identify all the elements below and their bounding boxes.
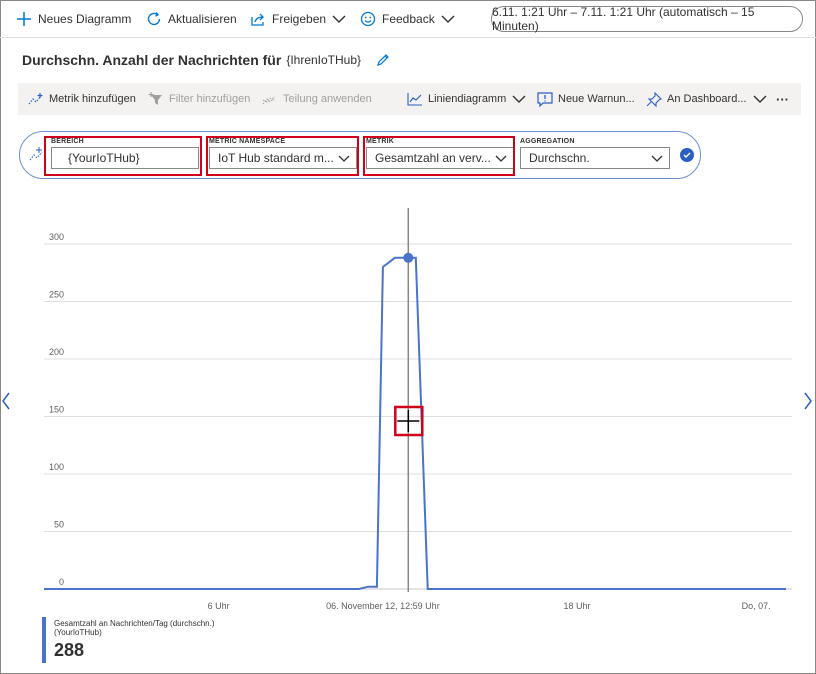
aggregation-value: Durchschn. bbox=[529, 151, 590, 165]
highlight-metric bbox=[363, 136, 515, 176]
share-label: Freigeben bbox=[272, 12, 327, 26]
edit-pencil-icon[interactable] bbox=[375, 52, 391, 68]
chevron-down-icon bbox=[651, 153, 663, 163]
chart-title-resource: {IhrenIoTHub} bbox=[286, 53, 362, 67]
x-tick-label: Do, 07. bbox=[742, 601, 771, 611]
hover-marker bbox=[403, 252, 414, 263]
line-chart-icon bbox=[407, 92, 423, 106]
more-options-button[interactable]: ··· bbox=[776, 83, 789, 115]
split-icon bbox=[262, 92, 278, 106]
legend-series-name: Gesamtzahl an Nachrichten/Tag (durchschn… bbox=[54, 619, 215, 628]
chevron-down-icon bbox=[332, 14, 346, 24]
time-range-picker[interactable]: 6.11. 1:21 Uhr – 7.11. 1:21 Uhr (automat… bbox=[491, 5, 803, 33]
to-dashboard-label: An Dashboard... bbox=[667, 93, 747, 105]
aggregation-label: AGGREGATION bbox=[520, 138, 575, 145]
chevron-down-icon bbox=[753, 94, 767, 104]
y-tick-label: 200 bbox=[49, 347, 64, 357]
chevron-down-icon bbox=[512, 94, 526, 104]
refresh-label: Aktualisieren bbox=[168, 12, 237, 26]
apply-split-label: Teilung anwenden bbox=[283, 93, 372, 105]
refresh-icon bbox=[146, 11, 162, 27]
highlight-scope bbox=[44, 136, 202, 176]
y-tick-label: 100 bbox=[49, 462, 64, 472]
y-tick-label: 150 bbox=[49, 405, 64, 415]
apply-split-button[interactable]: Teilung anwenden bbox=[262, 83, 372, 115]
new-alert-button[interactable]: Neue Warnun... bbox=[537, 83, 635, 115]
add-filter-button[interactable]: Filter hinzufügen bbox=[148, 83, 250, 115]
line-chart-button[interactable]: Liniendiagramm bbox=[407, 83, 526, 115]
x-tick-label: 06. November 12, 12:59 Uhr bbox=[326, 601, 440, 611]
chart-legend[interactable]: Gesamtzahl an Nachrichten/Tag (durchschn… bbox=[42, 617, 215, 663]
add-metric-icon bbox=[28, 92, 44, 106]
plus-icon bbox=[16, 11, 32, 27]
y-tick-label: 300 bbox=[49, 232, 64, 242]
share-button[interactable]: Freigeben bbox=[250, 8, 346, 30]
y-tick-label: 0 bbox=[59, 577, 64, 587]
pin-to-dashboard-button[interactable]: An Dashboard... bbox=[646, 83, 767, 115]
y-tick-label: 250 bbox=[49, 290, 64, 300]
more-options-label: ··· bbox=[776, 91, 789, 107]
add-filter-label: Filter hinzufügen bbox=[169, 93, 251, 105]
feedback-label: Feedback bbox=[382, 12, 435, 26]
x-tick-label: 6 Uhr bbox=[208, 601, 230, 611]
aggregation-field: AGGREGATION Durchschn. bbox=[520, 138, 670, 169]
share-icon bbox=[250, 11, 266, 27]
alert-icon bbox=[537, 91, 553, 107]
y-tick-label: 50 bbox=[54, 520, 64, 530]
smiley-icon bbox=[360, 11, 376, 27]
line-chart[interactable]: 300 250 200 150 100 50 0 6 Uhr 06. November 12, … bbox=[0, 200, 816, 620]
confirm-check-icon[interactable] bbox=[680, 148, 694, 162]
highlight-namespace bbox=[206, 136, 359, 176]
feedback-button[interactable]: Feedback bbox=[360, 8, 455, 30]
command-bar: Neues Diagramm Aktualisieren Freigeben F… bbox=[0, 0, 816, 38]
chart-title-text: Durchschn. Anzahl der Nachrichten für bbox=[22, 52, 282, 68]
refresh-button[interactable]: Aktualisieren bbox=[146, 8, 237, 30]
add-metric-label: Metrik hinzufügen bbox=[49, 93, 136, 105]
time-range-label: 6.11. 1:21 Uhr – 7.11. 1:21 Uhr (automat… bbox=[492, 5, 755, 33]
x-tick-label: 18 Uhr bbox=[563, 601, 590, 611]
aggregation-dropdown[interactable]: Durchschn. bbox=[520, 147, 670, 169]
filter-icon bbox=[148, 92, 164, 106]
chart-toolbar: Metrik hinzufügen Filter hinzufügen Teil… bbox=[18, 83, 801, 115]
legend-resource: (YourIoTHub) bbox=[54, 628, 102, 637]
new-chart-button[interactable]: Neues Diagramm bbox=[16, 8, 131, 30]
pin-icon bbox=[646, 91, 662, 107]
new-chart-label: Neues Diagramm bbox=[38, 12, 132, 26]
chart-title: Durchschn. Anzahl der Nachrichten für {I… bbox=[22, 52, 391, 68]
line-chart-label: Liniendiagramm bbox=[428, 93, 507, 105]
chevron-down-icon bbox=[441, 14, 455, 24]
add-metric-button[interactable]: Metrik hinzufügen bbox=[28, 83, 136, 115]
new-alert-label: Neue Warnun... bbox=[558, 93, 635, 105]
series-line bbox=[44, 256, 786, 590]
legend-value: 288 bbox=[54, 640, 85, 660]
